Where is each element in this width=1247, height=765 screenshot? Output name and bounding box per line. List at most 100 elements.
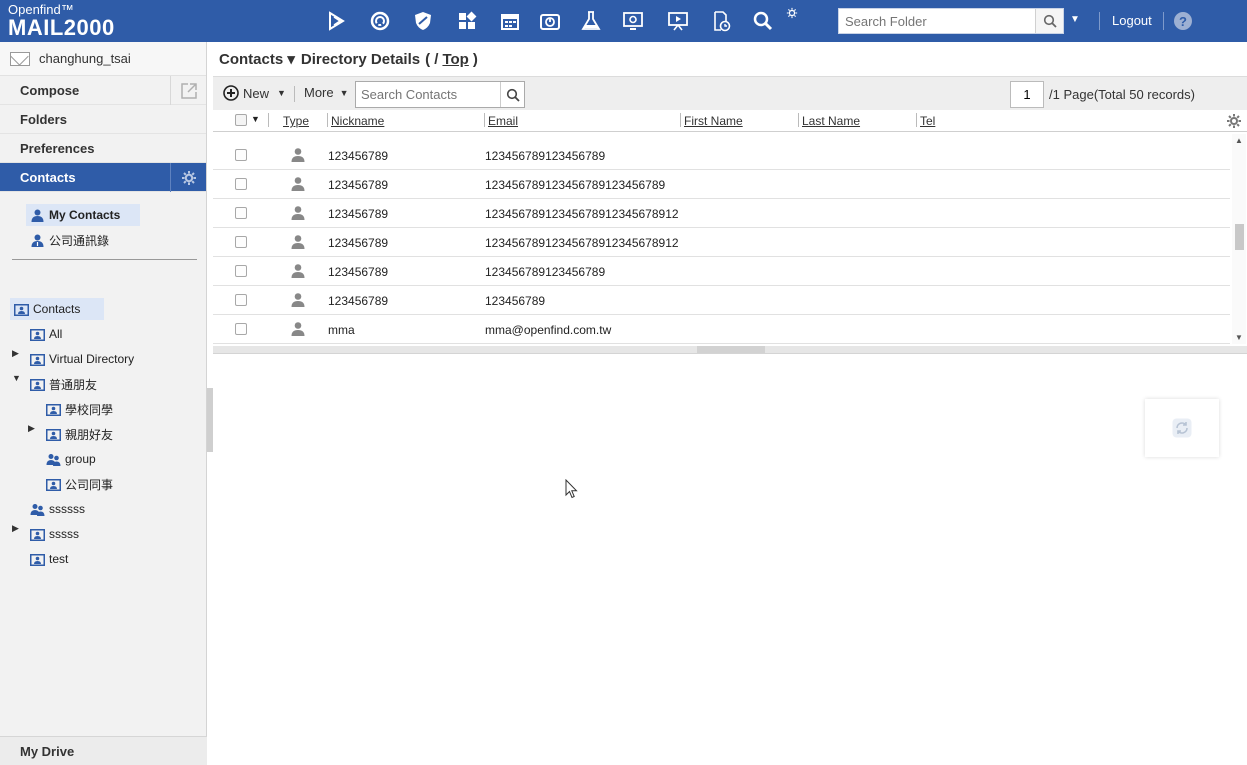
search-folder-button[interactable] [1035, 9, 1063, 33]
new-label: New [243, 85, 270, 101]
row-checkbox[interactable] [235, 294, 247, 306]
row-checkbox[interactable] [235, 236, 247, 248]
collapse-arrow-icon[interactable]: ▼ [12, 373, 22, 383]
username: changhung_tsai [39, 51, 131, 66]
tree-item-label: 公司同事 [65, 477, 114, 492]
nav-folders[interactable]: Folders [0, 105, 206, 134]
column-email[interactable]: Email [488, 114, 518, 128]
security-shield-icon[interactable] [411, 9, 435, 33]
chevron-down-icon: ▼ [277, 88, 286, 98]
flask-icon[interactable] [579, 9, 603, 33]
contact-card-icon [30, 378, 45, 391]
expand-arrow-icon[interactable]: ▶ [12, 348, 22, 359]
breadcrumb-top-link[interactable]: Top [442, 51, 468, 68]
tree-item-label: Contacts [33, 302, 81, 316]
column-first-name[interactable]: First Name [684, 114, 743, 128]
row-email: 1234567891234567891234567891​2 [485, 236, 679, 250]
tree-item-label: 親朋好友 [65, 427, 114, 442]
zoom-icon[interactable] [751, 9, 775, 33]
splitter-grip[interactable] [697, 346, 765, 353]
refresh-icon [1172, 418, 1192, 438]
row-checkbox[interactable] [235, 323, 247, 335]
logout-link[interactable]: Logout [1112, 13, 1152, 28]
person-icon [291, 264, 305, 278]
tree-item-label: ssssss [49, 502, 85, 516]
page-number-input[interactable] [1010, 81, 1044, 108]
person-icon [291, 235, 305, 249]
select-menu-chevron-icon[interactable]: ▼ [251, 114, 260, 124]
column-type[interactable]: Type [283, 114, 309, 128]
scrollbar-thumb[interactable] [1235, 224, 1244, 250]
table-row[interactable]: mma mma@openfind.com.tw [213, 315, 1230, 344]
company-person-icon [31, 234, 44, 247]
sync-icon[interactable] [368, 9, 392, 33]
row-checkbox[interactable] [235, 178, 247, 190]
table-row[interactable]: 123456789 1234567891234567891234567891​2 [213, 199, 1230, 228]
row-email: 1234567891234567891234567891​2 [485, 207, 679, 221]
select-all-checkbox[interactable] [235, 114, 247, 126]
table-row[interactable]: 123456789 1234567891234567891234567891​2 [213, 228, 1230, 257]
tree-item-sssss[interactable]: sssss [30, 523, 79, 545]
column-separator [268, 113, 269, 127]
settings-small-icon[interactable] [785, 6, 799, 20]
scroll-up-arrow-icon[interactable]: ▲ [1235, 136, 1243, 145]
row-checkbox[interactable] [235, 265, 247, 277]
refresh-button[interactable] [1145, 399, 1219, 457]
expand-arrow-icon[interactable]: ▶ [12, 523, 22, 534]
tree-item-colleagues[interactable]: 公司同事 [46, 473, 113, 495]
modules-icon[interactable] [455, 9, 479, 33]
monitor-settings-icon[interactable] [621, 9, 645, 33]
popout-icon[interactable] [170, 76, 206, 105]
table-row[interactable]: 123456789 123456789123456789123456789 [213, 170, 1230, 199]
table-row[interactable]: 123456789 123456789123456789 [213, 141, 1230, 170]
search-contacts-button[interactable] [500, 82, 524, 107]
row-checkbox[interactable] [235, 207, 247, 219]
tree-item-all[interactable]: All [30, 323, 62, 345]
presentation-icon[interactable] [666, 9, 690, 33]
address-book-my-contacts[interactable]: My Contacts [26, 204, 140, 226]
new-button[interactable]: New ▼ [223, 85, 286, 101]
help-icon[interactable]: ? [1174, 12, 1192, 30]
row-nickname: mma [328, 323, 355, 337]
tree-item-group[interactable]: group [46, 448, 96, 470]
storage-icon[interactable] [538, 9, 562, 33]
contacts-dropdown[interactable]: Contacts ▾ [219, 50, 295, 68]
tree-item-relatives[interactable]: 親朋好友 [46, 423, 113, 445]
expand-arrow-icon[interactable]: ▶ [28, 423, 38, 434]
tree-item-ssssss[interactable]: ssssss [30, 498, 85, 520]
search-contacts-input[interactable] [356, 82, 498, 107]
contacts-settings-gear-icon[interactable] [170, 163, 206, 192]
tree-item-contacts[interactable]: Contacts [10, 298, 104, 320]
nav-preferences[interactable]: Preferences [0, 134, 206, 163]
nav-compose[interactable]: Compose [0, 76, 206, 105]
column-nickname[interactable]: Nickname [331, 114, 384, 128]
list-scrollbar[interactable]: ▲ ▼ [1232, 134, 1246, 344]
nav-contacts[interactable]: Contacts [0, 163, 206, 192]
table-row[interactable]: 123456789 123456789123456789 [213, 257, 1230, 286]
brand-logo[interactable]: Openfind™ MAIL2000 [8, 3, 115, 39]
column-separator [798, 113, 799, 127]
mail-app-icon[interactable] [325, 9, 349, 33]
calendar-icon[interactable] [498, 9, 522, 33]
tree-item-virtual-directory[interactable]: Virtual Directory [30, 348, 134, 370]
my-drive-button[interactable]: My Drive [0, 736, 207, 765]
search-folder-input[interactable] [839, 9, 1035, 33]
table-row[interactable]: 123456789 123456789 [213, 286, 1230, 315]
address-book-company[interactable]: 公司通訊錄 [26, 229, 109, 251]
more-button[interactable]: More ▼ [304, 85, 349, 100]
row-checkbox[interactable] [235, 149, 247, 161]
tree-item-ordinary-friends[interactable]: 普通朋友 [30, 373, 97, 395]
contact-card-icon [30, 328, 45, 341]
document-clock-icon[interactable] [709, 9, 733, 33]
tree-item-schoolmates[interactable]: 學校同學 [46, 398, 113, 420]
row-nickname: 123456789 [328, 149, 389, 163]
page-title: Contacts ▾ Directory Details ( / Top ) [213, 42, 1247, 76]
main-panel: Contacts ▾ Directory Details ( / Top ) N… [213, 42, 1247, 765]
column-settings-gear-icon[interactable] [1226, 113, 1242, 129]
column-last-name[interactable]: Last Name [802, 114, 860, 128]
scroll-down-arrow-icon[interactable]: ▼ [1235, 333, 1243, 342]
search-options-caret-icon[interactable]: ▼ [1070, 14, 1080, 25]
tree-item-test[interactable]: test [30, 548, 68, 570]
column-tel[interactable]: Tel [920, 114, 935, 128]
pane-splitter[interactable] [213, 346, 1247, 354]
